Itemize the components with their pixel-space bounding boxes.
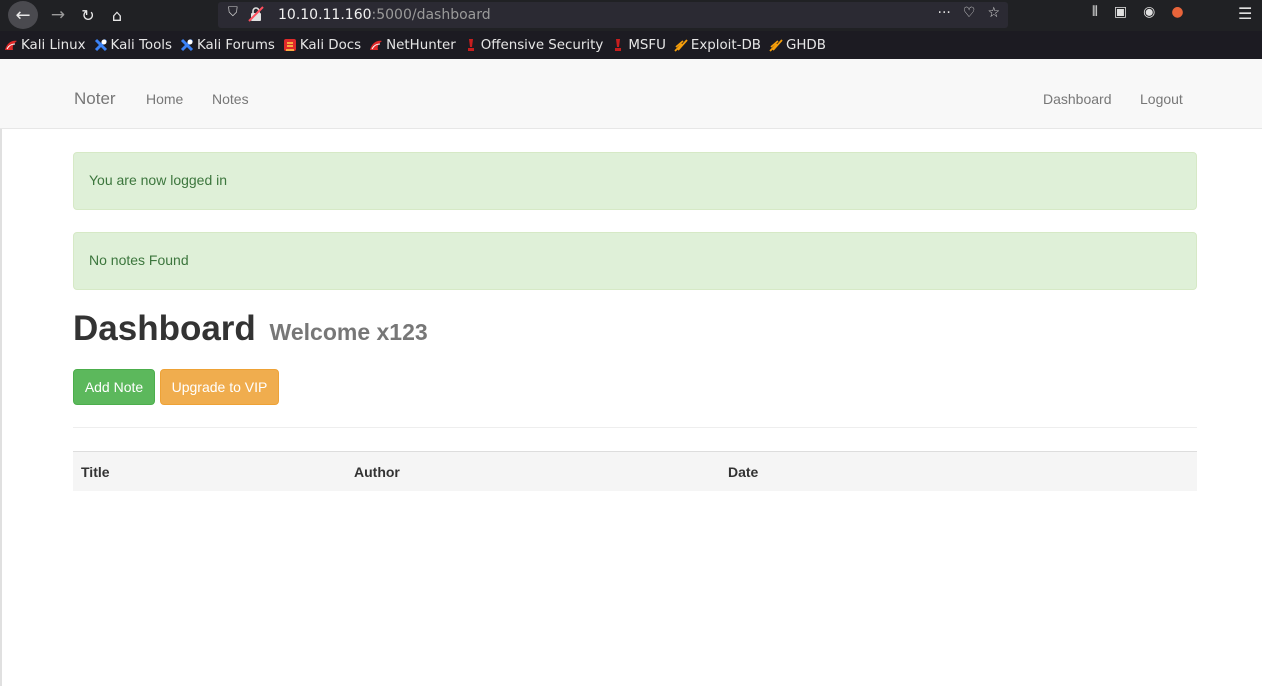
insecure-lock-icon[interactable]: [248, 6, 264, 22]
offsec-icon: [615, 39, 622, 51]
bookmark-label: GHDB: [785, 37, 826, 53]
library-icon[interactable]: ⫴: [1092, 4, 1098, 20]
nav-notes-link[interactable]: Notes: [212, 91, 249, 107]
column-header-author: Author: [354, 464, 400, 480]
bookmark-star-icon[interactable]: ☆: [987, 5, 1000, 21]
page-left-border: [0, 129, 2, 686]
page-content: Noter Home Notes Dashboard Logout You ar…: [0, 59, 1262, 686]
dashboard-heading: Dashboard: [73, 309, 256, 348]
bookmark-kali-docs[interactable]: Kali Docs: [283, 38, 361, 53]
bookmark-label: Exploit-DB: [690, 37, 761, 53]
bookmarks-bar: Kali Linux Kali Tools Kali Forums Kali D…: [0, 31, 1262, 59]
welcome-subtitle: Welcome x123: [269, 319, 428, 345]
url-actions: ··· ♡ ☆: [938, 5, 1000, 21]
exploit-db-icon: [674, 39, 688, 52]
exploit-db-icon: [769, 39, 783, 52]
bookmark-label: Kali Linux: [21, 37, 86, 53]
bookmark-kali-linux[interactable]: Kali Linux: [4, 38, 86, 53]
bookmark-offensive-security[interactable]: Offensive Security: [464, 37, 604, 53]
page-actions-icon[interactable]: ···: [938, 5, 951, 21]
navbar-brand[interactable]: Noter: [74, 89, 116, 109]
url-path: :5000/dashboard: [371, 7, 491, 23]
browser-toolbar: ← → ↻ ⌂ ⛉ 10.10.11.160:5000/dashboard ··…: [0, 0, 1262, 31]
nav-home-link[interactable]: Home: [146, 91, 183, 107]
forums-icon: [180, 38, 194, 52]
bookmark-kali-tools[interactable]: Kali Tools: [94, 38, 172, 53]
url-host: 10.10.11.160: [278, 7, 372, 23]
nav-dashboard-link[interactable]: Dashboard: [1043, 91, 1112, 107]
page-title: Dashboard Welcome x123: [73, 309, 428, 349]
bookmark-label: Kali Tools: [110, 37, 172, 53]
add-note-button[interactable]: Add Note: [73, 369, 155, 405]
docs-icon: [283, 39, 296, 51]
bookmark-label: Kali Forums: [196, 37, 275, 53]
notes-table-header: Title Author Date: [73, 451, 1197, 491]
column-header-date: Date: [728, 464, 759, 480]
home-icon[interactable]: ⌂: [104, 2, 130, 28]
tracking-shield-icon[interactable]: ⛉: [228, 5, 238, 20]
extension-icon[interactable]: ●: [1171, 4, 1183, 20]
hamburger-menu-icon[interactable]: ☰: [1238, 4, 1252, 23]
pocket-icon[interactable]: ♡: [963, 5, 976, 21]
no-notes-alert: No notes Found: [73, 232, 1197, 290]
bookmark-label: NetHunter: [386, 37, 456, 53]
nav-logout-link[interactable]: Logout: [1140, 91, 1183, 107]
sidebar-icon[interactable]: ▣: [1114, 4, 1127, 20]
kali-dragon-icon: [5, 40, 17, 50]
bookmark-label: Kali Docs: [299, 37, 362, 53]
bookmark-kali-forums[interactable]: Kali Forums: [180, 38, 275, 53]
account-icon[interactable]: ◉: [1143, 4, 1155, 20]
bookmark-msfu[interactable]: MSFU: [611, 38, 666, 53]
bookmark-label: MSFU: [628, 37, 666, 53]
reload-icon[interactable]: ↻: [76, 2, 100, 28]
login-success-alert: You are now logged in: [73, 152, 1197, 210]
kali-dragon-icon: [370, 40, 383, 50]
url-bar[interactable]: ⛉ 10.10.11.160:5000/dashboard ··· ♡ ☆: [218, 2, 1008, 28]
bookmark-exploit-db[interactable]: Exploit-DB: [674, 38, 761, 53]
tools-icon: [94, 38, 107, 52]
offsec-icon: [467, 39, 474, 51]
bookmark-ghdb[interactable]: GHDB: [769, 38, 826, 53]
forward-arrow-icon[interactable]: →: [46, 2, 70, 28]
bookmark-nethunter[interactable]: NetHunter: [369, 38, 456, 53]
column-header-title: Title: [81, 464, 110, 480]
back-arrow-icon[interactable]: ←: [8, 1, 38, 29]
bookmark-label: Offensive Security: [480, 37, 604, 53]
divider: [73, 427, 1197, 428]
url-text[interactable]: 10.10.11.160:5000/dashboard: [278, 7, 491, 23]
upgrade-vip-button[interactable]: Upgrade to VIP: [160, 369, 279, 405]
toolbar-right-icons: ⫴ ▣ ◉ ●: [1092, 4, 1184, 20]
site-navbar: Noter Home Notes Dashboard Logout: [0, 59, 1262, 129]
